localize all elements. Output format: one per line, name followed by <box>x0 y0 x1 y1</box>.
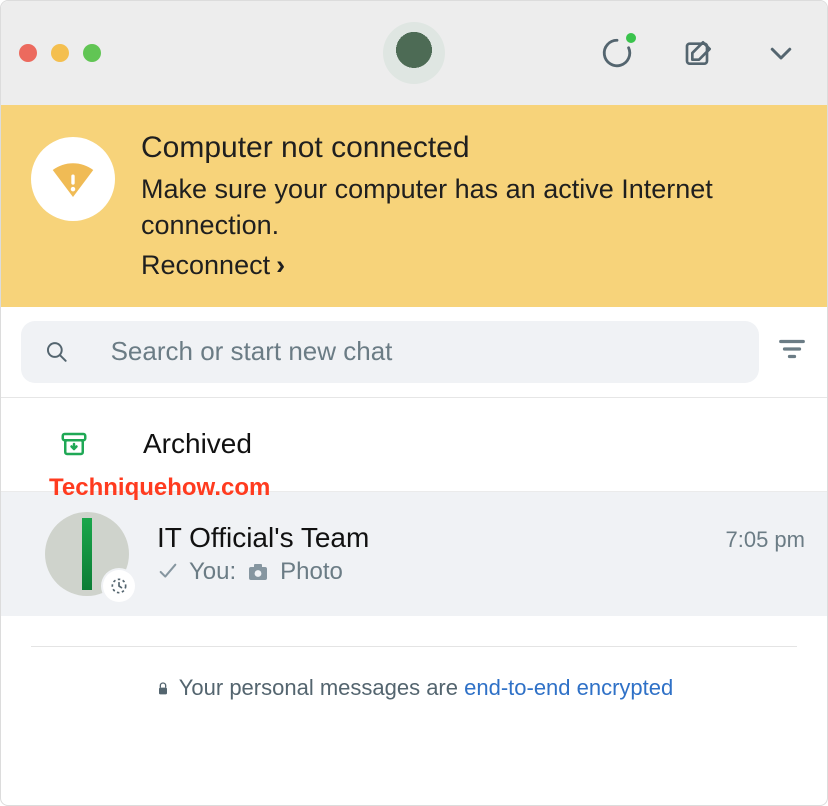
archived-row[interactable]: Archived <box>1 398 827 492</box>
archive-icon <box>59 429 89 459</box>
titlebar <box>1 1 827 105</box>
menu-button[interactable] <box>763 35 799 71</box>
status-dot-icon <box>626 33 636 43</box>
search-row <box>1 307 827 398</box>
chat-item[interactable]: Techniquehow.com IT Official's Team 7:05… <box>1 492 827 616</box>
banner-title: Computer not connected <box>141 131 801 165</box>
chevron-right-icon: › <box>276 250 285 281</box>
archived-label: Archived <box>143 428 252 460</box>
camera-icon <box>246 560 270 584</box>
check-icon <box>157 561 179 583</box>
minimize-window-button[interactable] <box>51 44 69 62</box>
window-controls <box>19 44 101 62</box>
close-window-button[interactable] <box>19 44 37 62</box>
encryption-text: Your personal messages are <box>179 675 464 700</box>
banner-text: Computer not connected Make sure your co… <box>141 131 801 281</box>
profile-avatar[interactable] <box>383 22 445 84</box>
avatar-icon <box>383 22 445 84</box>
chat-main: IT Official's Team 7:05 pm You: Photo <box>157 522 805 586</box>
filter-button[interactable] <box>777 334 807 369</box>
lock-icon <box>155 677 171 703</box>
encryption-notice: Your personal messages are end-to-end en… <box>31 646 797 703</box>
wifi-warning-icon <box>46 152 100 206</box>
chat-time: 7:05 pm <box>726 527 806 553</box>
header-actions <box>599 1 799 105</box>
status-button[interactable] <box>599 35 635 71</box>
filter-icon <box>777 334 807 364</box>
reconnect-label: Reconnect <box>141 250 270 281</box>
reconnect-button[interactable]: Reconnect › <box>141 250 801 281</box>
preview-prefix: You: <box>189 558 236 586</box>
preview-type: Photo <box>280 558 343 586</box>
chat-avatar <box>45 512 129 596</box>
disappearing-messages-icon <box>103 570 135 602</box>
compose-icon <box>683 37 715 69</box>
connection-warning-banner: Computer not connected Make sure your co… <box>1 105 827 307</box>
banner-body: Make sure your computer has an active In… <box>141 171 801 244</box>
new-chat-button[interactable] <box>681 35 717 71</box>
maximize-window-button[interactable] <box>83 44 101 62</box>
encryption-link[interactable]: end-to-end encrypted <box>464 675 673 700</box>
app-window: Computer not connected Make sure your co… <box>0 0 828 806</box>
search-input[interactable] <box>109 335 735 368</box>
search-icon <box>45 339 69 365</box>
warning-icon-container <box>31 137 115 221</box>
chat-preview: You: Photo <box>157 558 805 586</box>
search-field[interactable] <box>21 321 759 383</box>
chevron-down-icon <box>766 38 796 68</box>
chat-name: IT Official's Team <box>157 522 369 554</box>
